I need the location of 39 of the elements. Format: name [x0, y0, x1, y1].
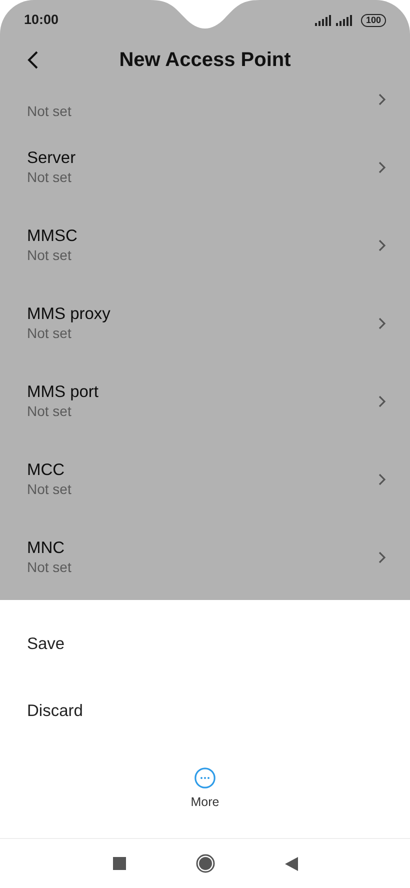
settings-row[interactable]: MNC Not set	[0, 518, 410, 596]
chevron-icon	[378, 316, 386, 330]
chevron-icon	[378, 394, 386, 408]
setting-value: Not set	[27, 402, 72, 420]
menu-option[interactable]: Discard	[0, 678, 410, 745]
setting-value: Not set	[27, 168, 72, 186]
setting-value: Not set	[27, 480, 72, 498]
chevron-icon	[378, 93, 386, 106]
setting-value: Not set	[27, 558, 72, 576]
back-icon[interactable]	[284, 856, 298, 870]
home-icon[interactable]	[196, 854, 214, 873]
signal-icon	[336, 14, 353, 26]
chevron-icon	[378, 160, 386, 174]
settings-row[interactable]: MMS port Not set	[0, 362, 410, 440]
setting-title: MMS port	[27, 382, 99, 402]
setting-value: Not set	[27, 102, 72, 120]
more-button[interactable]: More	[190, 767, 220, 812]
setting-title: MMSC	[27, 226, 78, 246]
menu-option[interactable]: Save	[0, 611, 410, 678]
setting-title: MCC	[27, 460, 66, 480]
settings-row[interactable]: MMSC Not set	[0, 206, 410, 284]
battery-level: 100	[360, 14, 386, 26]
back-icon[interactable]	[26, 50, 40, 70]
setting-title: MMS proxy	[27, 304, 110, 324]
setting-title: MNC	[27, 538, 66, 558]
settings-row[interactable]: MCC Not set	[0, 440, 410, 518]
clock-time: 10:00	[24, 10, 59, 29]
more-icon	[194, 767, 216, 789]
chevron-icon	[378, 550, 386, 564]
setting-value: Not set	[27, 324, 72, 342]
setting-title: Server	[27, 148, 76, 168]
settings-row[interactable]: Server Not set	[0, 128, 410, 206]
settings-row[interactable]: MMS proxy Not set	[0, 284, 410, 362]
chevron-icon	[378, 238, 386, 252]
page-title: New Access Point	[119, 48, 291, 73]
setting-value: Not set	[27, 246, 72, 264]
signal-icon	[314, 14, 332, 26]
chevron-icon	[378, 472, 386, 486]
recents-icon[interactable]	[112, 857, 126, 870]
